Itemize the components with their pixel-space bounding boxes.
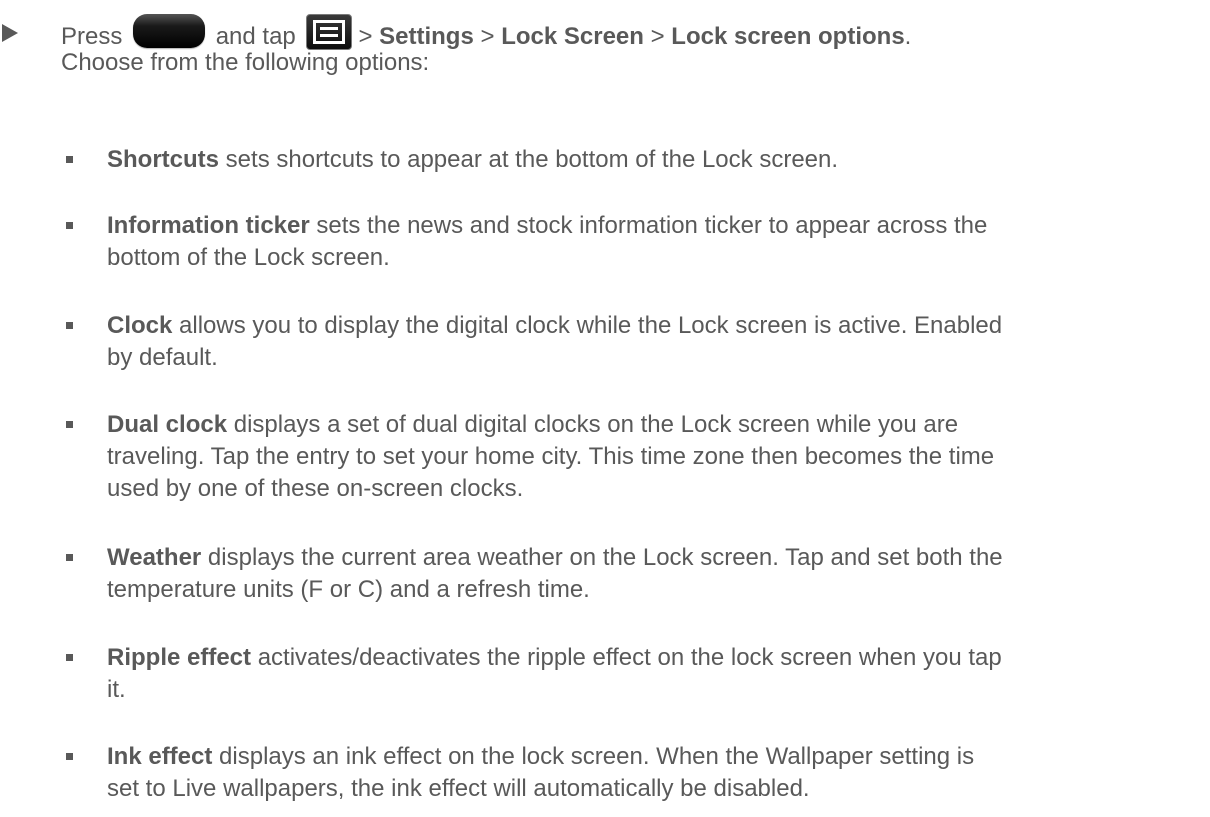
- square-bullet-icon: [66, 222, 73, 229]
- square-bullet-icon: [66, 322, 73, 329]
- option-desc-line-3: used by one of these on-screen clocks.: [107, 475, 524, 502]
- option-desc-line-2: it.: [107, 676, 126, 703]
- option-term: Ripple effect: [107, 644, 252, 671]
- option-desc-line-2: by default.: [107, 344, 218, 371]
- option-term: Shortcuts: [107, 146, 220, 173]
- option-desc-line-1: displays the current area weather on the…: [201, 544, 1003, 571]
- option-term: Information ticker: [107, 212, 310, 239]
- option-desc-line-1: activates/deactivates the ripple effect …: [251, 644, 1002, 671]
- option-desc-line-2: temperature units (F or C) and a refresh…: [107, 576, 590, 603]
- option-desc-line-2: bottom of the Lock screen.: [107, 244, 390, 271]
- option-text: Ink effect displays an ink effect on the…: [107, 741, 1167, 805]
- option-text: Clock allows you to display the digital …: [107, 310, 1167, 374]
- option-desc-line-1: sets the news and stock information tick…: [309, 212, 988, 239]
- square-bullet-icon: [66, 753, 73, 760]
- option-desc-line-1: displays a set of dual digital clocks on…: [227, 411, 959, 438]
- option-text: Information ticker sets the news and sto…: [107, 210, 1167, 274]
- option-text: Shortcuts sets shortcuts to appear at th…: [107, 144, 1167, 176]
- instruction-subtext: Choose from the following options:: [61, 49, 430, 76]
- square-bullet-icon: [66, 421, 73, 428]
- option-text: Dual clock displays a set of dual digita…: [107, 409, 1167, 505]
- lock-screen-options-path-item: Lock screen options: [671, 23, 905, 50]
- menu-button-icon: [306, 14, 353, 50]
- square-bullet-icon: [66, 156, 73, 163]
- option-term: Weather: [107, 544, 202, 571]
- lock-screen-path-item: Lock Screen: [501, 23, 644, 50]
- option-term: Dual clock: [107, 411, 228, 438]
- home-button-icon: [133, 14, 206, 48]
- option-desc-line-1: sets shortcuts to appear at the bottom o…: [219, 146, 839, 173]
- settings-path-item: Settings: [379, 23, 474, 50]
- option-desc-line-2: set to Live wallpapers, the ink effect w…: [107, 775, 810, 802]
- option-text: Ripple effect activates/deactivates the …: [107, 642, 1167, 706]
- option-text: Weather displays the current area weathe…: [107, 542, 1167, 606]
- option-term: Ink effect: [107, 743, 213, 770]
- option-desc-line-2: traveling. Tap the entry to set your hom…: [107, 443, 995, 470]
- sentence-period: .: [904, 23, 912, 50]
- square-bullet-icon: [66, 554, 73, 561]
- and-tap-label: and tap: [215, 23, 296, 50]
- square-bullet-icon: [66, 654, 73, 661]
- press-label: Press: [61, 23, 123, 50]
- separator-2: >: [480, 23, 495, 50]
- document-page: Press and tap > Settings > Lock Screen >…: [0, 0, 1210, 817]
- option-desc-line-1: allows you to display the digital clock …: [172, 312, 1003, 339]
- separator-3: >: [650, 23, 665, 50]
- separator-1: >: [358, 23, 373, 50]
- option-desc-line-1: displays an ink effect on the lock scree…: [212, 743, 975, 770]
- right-pointer-icon: [2, 24, 18, 42]
- option-term: Clock: [107, 312, 173, 339]
